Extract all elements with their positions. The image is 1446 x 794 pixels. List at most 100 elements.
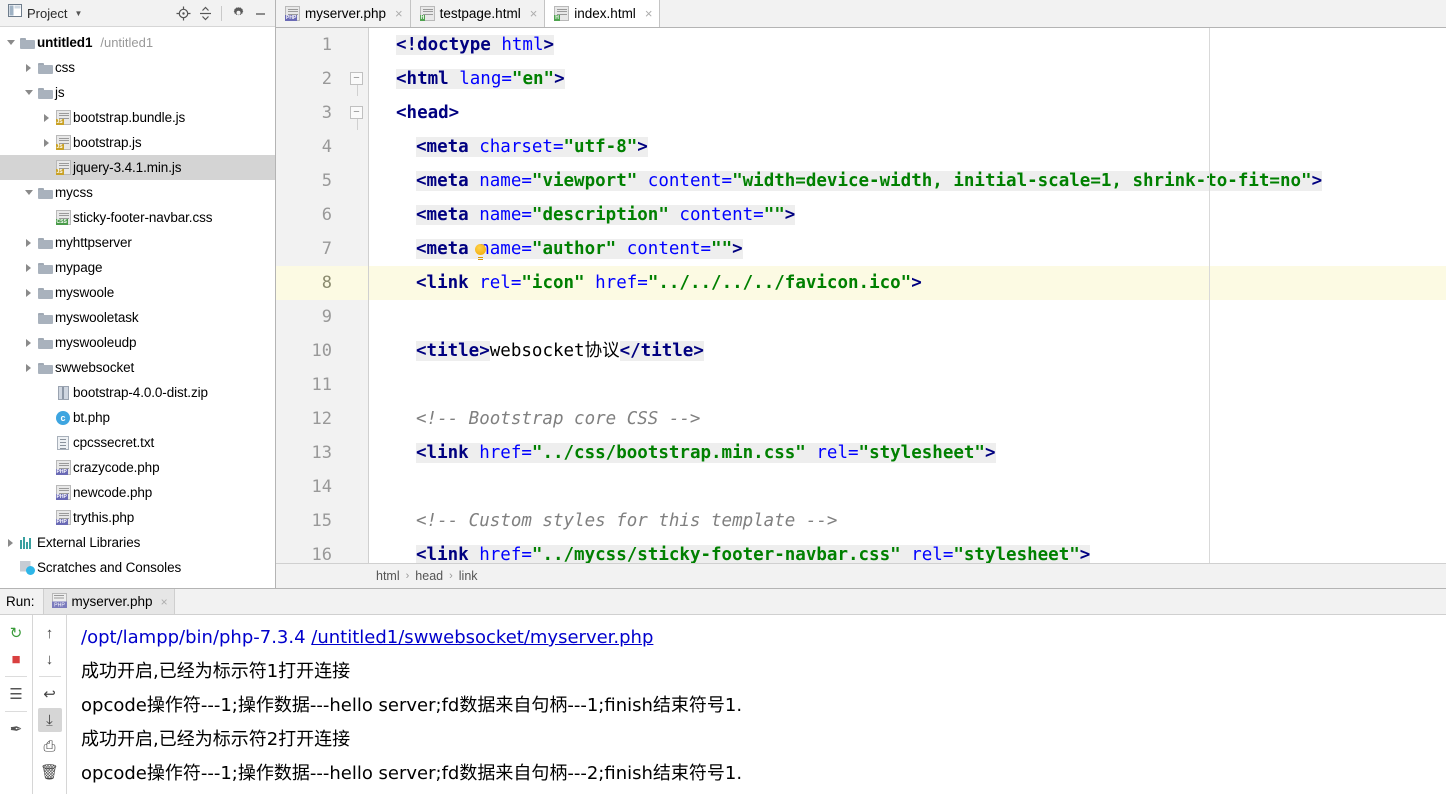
breadcrumb-item[interactable]: link (459, 569, 478, 583)
collapse-all-icon[interactable] (195, 3, 215, 23)
code-line[interactable]: <title>websocket协议</title> (369, 334, 1446, 368)
code-line[interactable]: <!-- Custom styles for this template --> (369, 504, 1446, 538)
breadcrumb-item[interactable]: html (376, 569, 400, 583)
code-line[interactable]: <meta name="viewport" content="width=dev… (369, 164, 1446, 198)
chevron-down-icon[interactable] (22, 80, 35, 105)
code-line[interactable] (369, 300, 1446, 334)
scroll-to-end-icon[interactable]: ⤓ (37, 708, 62, 732)
locate-target-icon[interactable] (173, 3, 193, 23)
trash-icon[interactable]: 🗑 (38, 760, 62, 784)
folder-icon (35, 255, 55, 280)
code-line[interactable] (369, 368, 1446, 402)
code-token: > (732, 239, 743, 259)
gear-icon[interactable] (228, 3, 248, 23)
pin-icon[interactable]: ✒ (4, 717, 28, 741)
print-icon[interactable]: ⎙ (38, 734, 62, 758)
code-line[interactable]: <link href="../mycss/sticky-footer-navba… (369, 538, 1446, 563)
console-output[interactable]: /opt/lampp/bin/php-7.3.4 /untitled1/swwe… (67, 615, 1446, 794)
folder-icon (17, 30, 37, 55)
code-token: content= (668, 205, 764, 225)
code-token: "../css/bootstrap.min.css" (531, 443, 806, 463)
code-line[interactable]: <meta name="description" content=""> (369, 198, 1446, 232)
intention-bulb-icon[interactable] (475, 244, 486, 258)
stop-icon[interactable]: ■ (4, 647, 28, 671)
tree-node[interactable]: JS bootstrap.bundle.js (0, 105, 275, 130)
console-text: opcode操作符---1;操作数据---hello server;fd数据来自… (81, 695, 743, 716)
code-line[interactable] (369, 470, 1446, 504)
console-icon[interactable]: ☰ (4, 682, 28, 706)
tree-node[interactable]: swwebsocket (0, 355, 275, 380)
code-line[interactable]: <!-- Bootstrap core CSS --> (369, 402, 1446, 436)
run-toolbar-right[interactable]: ↑ ↓ ↩ ⤓ ⎙ 🗑 (33, 615, 67, 794)
editor-code[interactable]: <!doctype html> <html lang="en"> <head> <me… (369, 28, 1446, 563)
tree-node[interactable]: Scratches and Consoles (0, 555, 275, 580)
tree-node[interactable]: PHP newcode.php (0, 480, 275, 505)
code-token: <!-- Custom styles for this template --> (416, 511, 838, 531)
tree-node[interactable]: JS bootstrap.js (0, 130, 275, 155)
chevron-right-icon[interactable] (22, 55, 35, 80)
tree-node-label: mypage (55, 260, 103, 275)
soft-wrap-icon[interactable]: ↩ (38, 682, 62, 706)
chevron-right-icon[interactable] (22, 280, 35, 305)
code-line[interactable]: <meta name="author" content=""> (369, 232, 1446, 266)
run-toolbar-left[interactable]: ↻ ■ ☰ ✒ (0, 615, 33, 794)
chevron-down-icon[interactable] (22, 180, 35, 205)
tree-node[interactable]: c bt.php (0, 405, 275, 430)
tree-node[interactable]: External Libraries (0, 530, 275, 555)
chevron-right-icon[interactable] (22, 255, 35, 280)
tree-node-label: mycss (55, 185, 93, 200)
chevron-right-icon[interactable] (22, 230, 35, 255)
code-line[interactable]: <link rel="icon" href="../../../../favic… (369, 266, 1446, 300)
fold-toggle-icon[interactable]: − (350, 72, 363, 85)
no-toggle (40, 155, 53, 180)
fold-toggle-icon[interactable]: − (350, 106, 363, 119)
tree-node[interactable]: myswoole (0, 280, 275, 305)
breadcrumb[interactable]: html › head › link (276, 563, 1446, 588)
close-icon[interactable]: × (530, 6, 538, 21)
close-icon[interactable]: × (645, 6, 653, 21)
tree-node[interactable]: JS jquery-3.4.1.min.js (0, 155, 275, 180)
close-icon[interactable]: × (395, 6, 403, 21)
editor-tab-index-html[interactable]: Hindex.html × (545, 0, 661, 27)
editor-tab-testpage-html[interactable]: Htestpage.html × (410, 0, 546, 27)
code-token: > (911, 273, 922, 293)
arrow-down-icon[interactable]: ↓ (38, 647, 62, 671)
rerun-icon[interactable]: ↻ (4, 621, 28, 645)
chevron-right-icon[interactable] (40, 105, 53, 130)
tree-node-label: myswooleudp (55, 335, 137, 350)
tree-node[interactable]: CSS sticky-footer-navbar.css (0, 205, 275, 230)
tree-node[interactable]: myhttpserver (0, 230, 275, 255)
tree-node[interactable]: PHP trythis.php (0, 505, 275, 530)
tree-node[interactable]: cpcssecret.txt (0, 430, 275, 455)
code-line[interactable]: <link href="../css/bootstrap.min.css" re… (369, 436, 1446, 470)
editor-tabbar[interactable]: PHP myserver.php × Htestpage.html × Hindex.ht… (276, 0, 1446, 28)
tree-node[interactable]: mypage (0, 255, 275, 280)
tree-node[interactable]: css (0, 55, 275, 80)
run-tab-myserver[interactable]: PHP myserver.php × (42, 589, 175, 614)
tree-node[interactable]: js (0, 80, 275, 105)
code-line[interactable]: <meta charset="utf-8"> (369, 130, 1446, 164)
tree-node[interactable]: PHP crazycode.php (0, 455, 275, 480)
tree-node[interactable]: myswooleudp (0, 330, 275, 355)
breadcrumb-item[interactable]: head (415, 569, 443, 583)
tree-node[interactable]: untitled1/untitled1 (0, 30, 275, 55)
minimize-icon[interactable] (250, 3, 270, 23)
chevron-right-icon[interactable] (22, 355, 35, 380)
code-line[interactable]: <head> (369, 96, 1446, 130)
tree-node[interactable]: myswooletask (0, 305, 275, 330)
console-file-link[interactable]: /untitled1/swwebsocket/myserver.php (311, 627, 653, 648)
chevron-down-icon[interactable] (4, 30, 17, 55)
code-line[interactable]: <!doctype html> (369, 28, 1446, 62)
chevron-right-icon[interactable] (22, 330, 35, 355)
tree-node[interactable]: mycss (0, 180, 275, 205)
tree-node[interactable]: bootstrap-4.0.0-dist.zip (0, 380, 275, 405)
editor-gutter[interactable]: 1 2−3−4 5 6 7 8 9 10 11 12 13 14 15 16 (276, 28, 369, 563)
project-title-button[interactable]: Project ▼ (5, 4, 82, 22)
arrow-up-icon[interactable]: ↑ (38, 621, 62, 645)
code-line[interactable]: <html lang="en"> (369, 62, 1446, 96)
chevron-right-icon[interactable] (40, 130, 53, 155)
close-icon[interactable]: × (161, 595, 168, 609)
editor-tab-myserver-php[interactable]: PHP myserver.php × (276, 0, 411, 27)
project-tree[interactable]: untitled1/untitled1 css js JS bootstrap.bund… (0, 27, 275, 588)
chevron-right-icon[interactable] (4, 530, 17, 555)
